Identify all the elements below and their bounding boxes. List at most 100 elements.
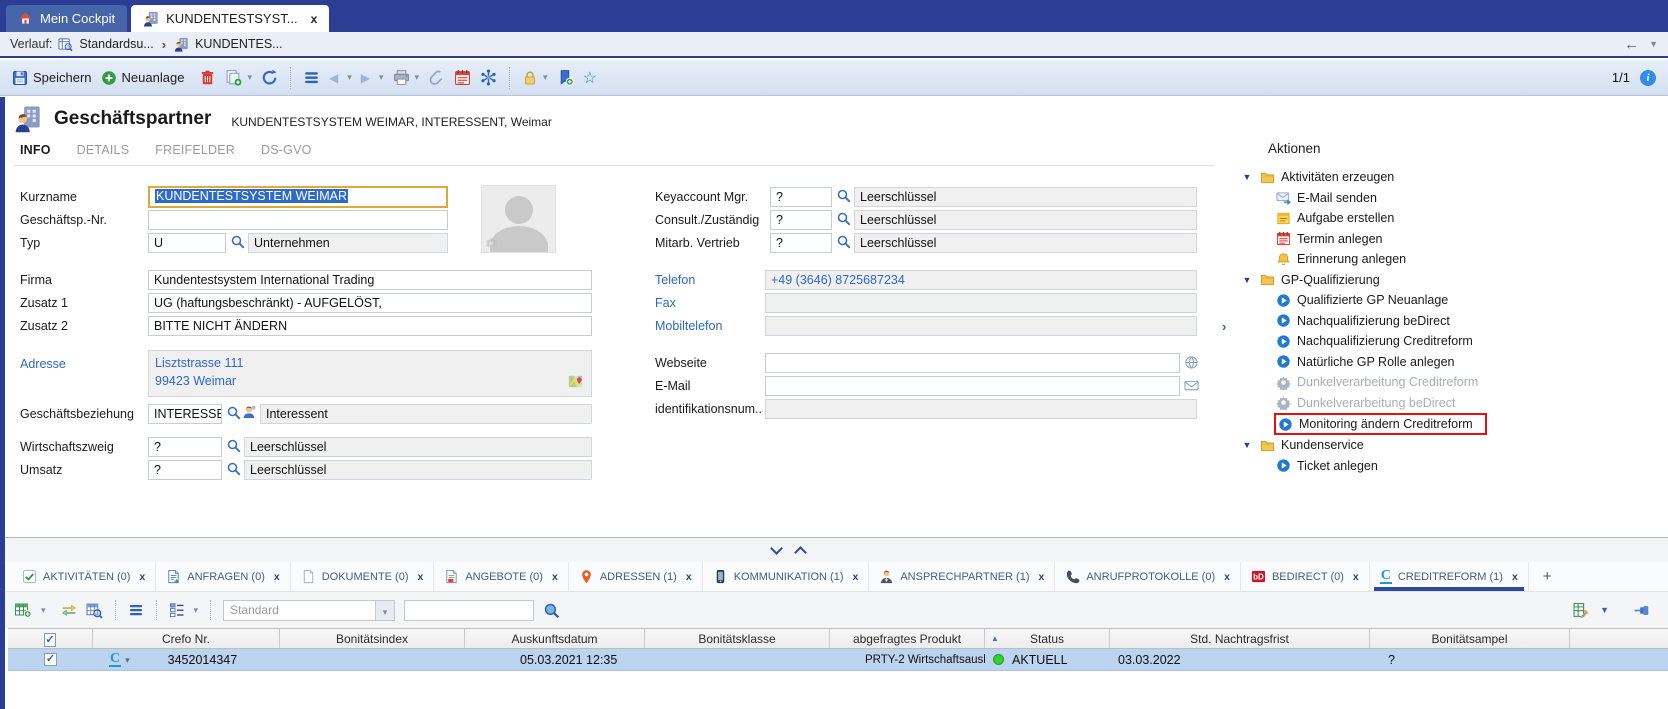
tab-bedirect[interactable]: BEDIRECT (0) x: [1241, 562, 1370, 591]
column-header-bonitaetsampel[interactable]: Bonitätsampel: [1370, 629, 1570, 648]
adresse-field[interactable]: Lisztstrasse 111 99423 Weimar: [148, 350, 592, 397]
close-tab-icon[interactable]: x: [686, 571, 692, 583]
chevron-down-icon[interactable]: ▾: [379, 72, 384, 83]
tree-collapse-icon[interactable]: ▼: [1240, 440, 1254, 450]
tab-info[interactable]: INFO: [20, 143, 51, 157]
typ-code-input[interactable]: U: [148, 233, 226, 253]
wirtschaftszweig-code-input[interactable]: ?: [148, 437, 222, 457]
tab-kommunikation[interactable]: KOMMUNIKATION (1) x: [703, 562, 870, 591]
info-icon[interactable]: i: [1640, 70, 1656, 86]
umsatz-code-input[interactable]: ?: [148, 460, 222, 480]
delete-icon[interactable]: [199, 69, 216, 86]
network-icon[interactable]: [480, 69, 497, 86]
calendar-icon[interactable]: [454, 69, 471, 86]
tab-creditreform[interactable]: C CREDITREFORM (1) x: [1370, 562, 1529, 591]
chevron-down-icon[interactable]: ▾: [194, 605, 199, 616]
save-button[interactable]: Speichern: [12, 70, 92, 86]
lookup-icon[interactable]: [836, 234, 852, 250]
column-header-bonitaetsklasse[interactable]: Bonitätsklasse: [645, 629, 830, 648]
transfer-icon[interactable]: [61, 602, 77, 618]
action-ticket-anlegen[interactable]: Ticket anlegen: [1240, 456, 1660, 477]
field-label-adresse[interactable]: Adresse: [20, 354, 66, 374]
tab-anrufprotokolle[interactable]: ANRUFPROTOKOLLE (0) x: [1055, 562, 1241, 591]
column-header-status[interactable]: ▲Status: [985, 629, 1110, 648]
tab-details[interactable]: DETAILS: [77, 143, 130, 157]
menu-icon[interactable]: [303, 69, 320, 86]
menu-icon[interactable]: [128, 602, 144, 618]
tab-kundentestsystem[interactable]: KUNDENTESTSYST... x: [131, 5, 329, 32]
lookup-icon[interactable]: [226, 438, 242, 454]
maps-icon[interactable]: [568, 374, 583, 389]
field-label-mobiltelefon[interactable]: Mobiltelefon: [655, 316, 722, 336]
panel-expand-icon[interactable]: ›: [1222, 319, 1226, 334]
tree-collapse-icon[interactable]: ▼: [1240, 275, 1254, 285]
back-arrow-icon[interactable]: ←: [1624, 36, 1639, 53]
tab-ansprechpartner[interactable]: ANSPRECHPARTNER (1) x: [869, 562, 1055, 591]
geschaeftsbeziehung-code-input[interactable]: INTERESSE: [148, 404, 222, 424]
table-settings-icon[interactable]: [1573, 602, 1590, 619]
webseite-input[interactable]: [765, 353, 1180, 373]
close-tab-icon[interactable]: x: [311, 12, 318, 26]
tab-aktivitaeten[interactable]: AKTIVITÄTEN (0) x: [12, 562, 156, 591]
field-label-telefon[interactable]: Telefon: [655, 270, 695, 290]
field-label-fax[interactable]: Fax: [655, 293, 676, 313]
close-tab-icon[interactable]: x: [552, 571, 558, 583]
copy-button[interactable]: ▾: [225, 69, 252, 86]
action-nachqualifizierung-creditreform[interactable]: Nachqualifizierung Creditreform: [1240, 331, 1660, 352]
view-mode-icon[interactable]: [169, 602, 185, 618]
action-aufgabe-erstellen[interactable]: Aufgabe erstellen: [1240, 208, 1660, 229]
tab-mein-cockpit[interactable]: Mein Cockpit: [6, 5, 127, 32]
checkbox-checked[interactable]: ✓: [44, 653, 57, 666]
lookup-icon[interactable]: [836, 188, 852, 204]
close-tab-icon[interactable]: x: [274, 571, 280, 583]
print-button[interactable]: ▾: [393, 69, 420, 86]
tab-adressen[interactable]: ADRESSEN (1) x: [569, 562, 703, 591]
action-folder-kundenservice[interactable]: ▼ Kundenservice: [1240, 435, 1660, 456]
tab-ds-gvo[interactable]: DS-GVO: [261, 143, 312, 157]
history-crumb-search[interactable]: Standardsu...: [79, 37, 153, 51]
search-in-list-icon[interactable]: [86, 602, 103, 619]
collapse-down-icon[interactable]: [770, 542, 783, 555]
column-header-auskunftsdatum[interactable]: Auskunftsdatum: [465, 629, 645, 648]
close-tab-icon[interactable]: x: [1353, 571, 1359, 583]
column-header-crefo-nr[interactable]: Crefo Nr.: [93, 629, 280, 648]
action-folder-gp-qualifizierung[interactable]: ▼ GP-Qualifizierung: [1240, 270, 1660, 291]
tab-dokumente[interactable]: DOKUMENTE (0) x: [291, 562, 435, 591]
chevron-down-icon[interactable]: ▾: [347, 72, 352, 83]
search-icon[interactable]: [543, 602, 560, 619]
action-termin-anlegen[interactable]: Termin anlegen: [1240, 229, 1660, 250]
list-search-input[interactable]: [404, 600, 534, 621]
new-record-button[interactable]: Neuanlage: [101, 70, 185, 86]
combo-dropdown-button[interactable]: ▾: [375, 601, 394, 620]
lock-button[interactable]: ▾: [522, 70, 548, 86]
close-tab-icon[interactable]: x: [418, 571, 424, 583]
column-header-std-nachtragsfrist[interactable]: Std. Nachtragsfrist: [1110, 629, 1370, 648]
chevron-down-icon[interactable]: ▼: [1649, 39, 1658, 49]
action-natuerliche-gp-rolle[interactable]: Natürliche GP Rolle anlegen: [1240, 352, 1660, 373]
expand-up-icon[interactable]: [794, 546, 807, 559]
select-all-header[interactable]: ✓: [8, 629, 93, 648]
view-select[interactable]: Standard ▾: [223, 600, 395, 621]
action-folder-aktivitaeten[interactable]: ▼ Aktivitäten erzeugen: [1240, 167, 1660, 188]
chevron-down-icon[interactable]: ▾: [125, 649, 130, 670]
consult-code-input[interactable]: ?: [770, 210, 832, 230]
attachment-icon[interactable]: [428, 69, 445, 86]
zusatz1-input[interactable]: UG (haftungsbeschränkt) - AUFGELÖST,: [148, 293, 592, 313]
tree-collapse-icon[interactable]: ▼: [1240, 172, 1254, 182]
geschaeftsp-nr-input[interactable]: [148, 210, 448, 230]
lookup-icon[interactable]: [230, 234, 246, 250]
lookup-icon[interactable]: [226, 461, 242, 477]
table-row-selected[interactable]: ✓ C ▾ 3452014347 05.03.2021 12:35 PRTY-2…: [8, 649, 1668, 671]
contact-photo-placeholder[interactable]: [481, 185, 556, 253]
checkbox-checked[interactable]: ✓: [44, 633, 55, 647]
globe-icon[interactable]: [1184, 355, 1199, 370]
action-monitoring-aendern-creditreform[interactable]: Monitoring ändern Creditreform: [1274, 413, 1487, 435]
action-erinnerung-anlegen[interactable]: Erinnerung anlegen: [1240, 249, 1660, 270]
email-icon[interactable]: [1184, 378, 1199, 393]
mitarb-vertrieb-code-input[interactable]: ?: [770, 233, 832, 253]
column-header-bonitaetsindex[interactable]: Bonitätsindex: [280, 629, 465, 648]
close-tab-icon[interactable]: x: [1224, 571, 1230, 583]
bookmark-add-icon[interactable]: [557, 69, 574, 86]
kurzname-input[interactable]: KUNDENTESTSYSTEM WEIMAR: [148, 186, 448, 208]
tab-angebote[interactable]: ANGEBOTE (0) x: [434, 562, 568, 591]
